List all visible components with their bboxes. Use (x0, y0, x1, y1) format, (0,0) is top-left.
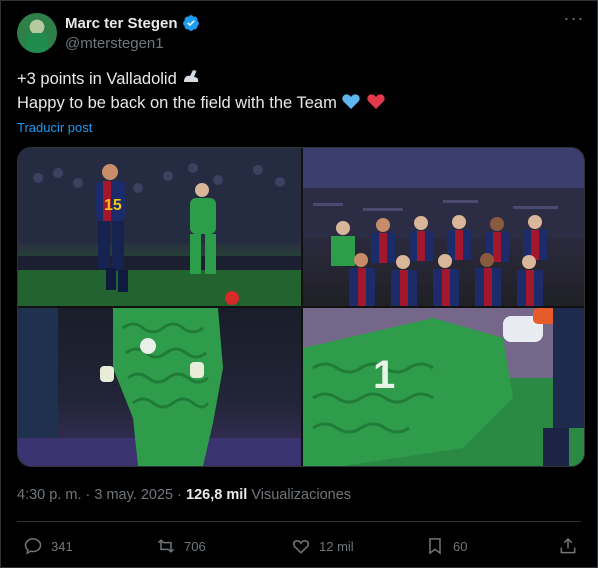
reply-button[interactable]: 341 (23, 535, 73, 557)
repost-icon (157, 539, 175, 553)
tweet-text: +3 points in Valladolid (17, 70, 177, 88)
author-name[interactable]: Marc ter Stegen (65, 15, 178, 32)
photo-goalkeeper-back-drawing (18, 308, 301, 466)
share-icon (560, 537, 576, 554)
views-count: 126,8 mil (186, 487, 248, 503)
tweet-text-line-1: +3 points in Valladolid (17, 67, 201, 90)
photo-player-with-ball[interactable]: 15 (18, 148, 301, 306)
photo-team-lineup-drawing (303, 148, 584, 306)
bookmark-count: 60 (453, 538, 468, 554)
photo-team-lineup[interactable] (303, 148, 584, 306)
tweet-meta: 4:30 p. m. · 3 may. 2025 · 126,8 mil Vis… (17, 487, 351, 503)
share-button[interactable] (558, 535, 586, 557)
views-label: Visualizaciones (251, 487, 352, 503)
tweet-time[interactable]: 4:30 p. m. (17, 487, 81, 503)
bookmark-icon (429, 538, 441, 555)
verified-badge-icon (183, 15, 199, 31)
author-handle[interactable]: @mterstegen1 (65, 35, 164, 52)
photo-goalkeeper-back[interactable] (18, 308, 301, 466)
photo-goalkeeper-closeup[interactable]: 1 (303, 308, 584, 466)
flexed-biceps-icon (184, 70, 199, 82)
blue-heart-icon (342, 94, 361, 109)
reply-icon (24, 538, 42, 555)
tweet-text-line-2: Happy to be back on the field with the T… (17, 91, 386, 114)
more-options-icon[interactable]: ··· (563, 9, 585, 33)
tweet-text: Happy to be back on the field with the T… (17, 94, 337, 112)
meta-separator: · (85, 487, 91, 503)
repost-count: 706 (184, 538, 206, 554)
red-heart-icon (367, 94, 385, 109)
photo-goalkeeper-closeup-drawing: 1 (303, 308, 584, 466)
meta-separator: · (177, 487, 182, 503)
heart-icon (292, 540, 310, 554)
divider (17, 521, 581, 522)
like-button[interactable]: 12 mil (291, 535, 354, 557)
svg-text:15: 15 (104, 197, 122, 214)
photo-player-with-ball-drawing: 15 (18, 148, 301, 306)
reply-count: 341 (51, 538, 73, 554)
like-count: 12 mil (319, 538, 354, 554)
bookmark-button[interactable]: 60 (425, 535, 467, 557)
repost-button[interactable]: 706 (156, 535, 206, 557)
svg-text:1: 1 (373, 353, 395, 397)
tweet-date[interactable]: 3 may. 2025 (94, 487, 173, 503)
media-grid: 15 1 (17, 147, 585, 467)
avatar[interactable] (17, 13, 57, 53)
translate-post-link[interactable]: Traducir post (17, 120, 92, 135)
tweet-card[interactable]: Marc ter Stegen @mterstegen1 ··· +3 poin… (0, 0, 598, 568)
